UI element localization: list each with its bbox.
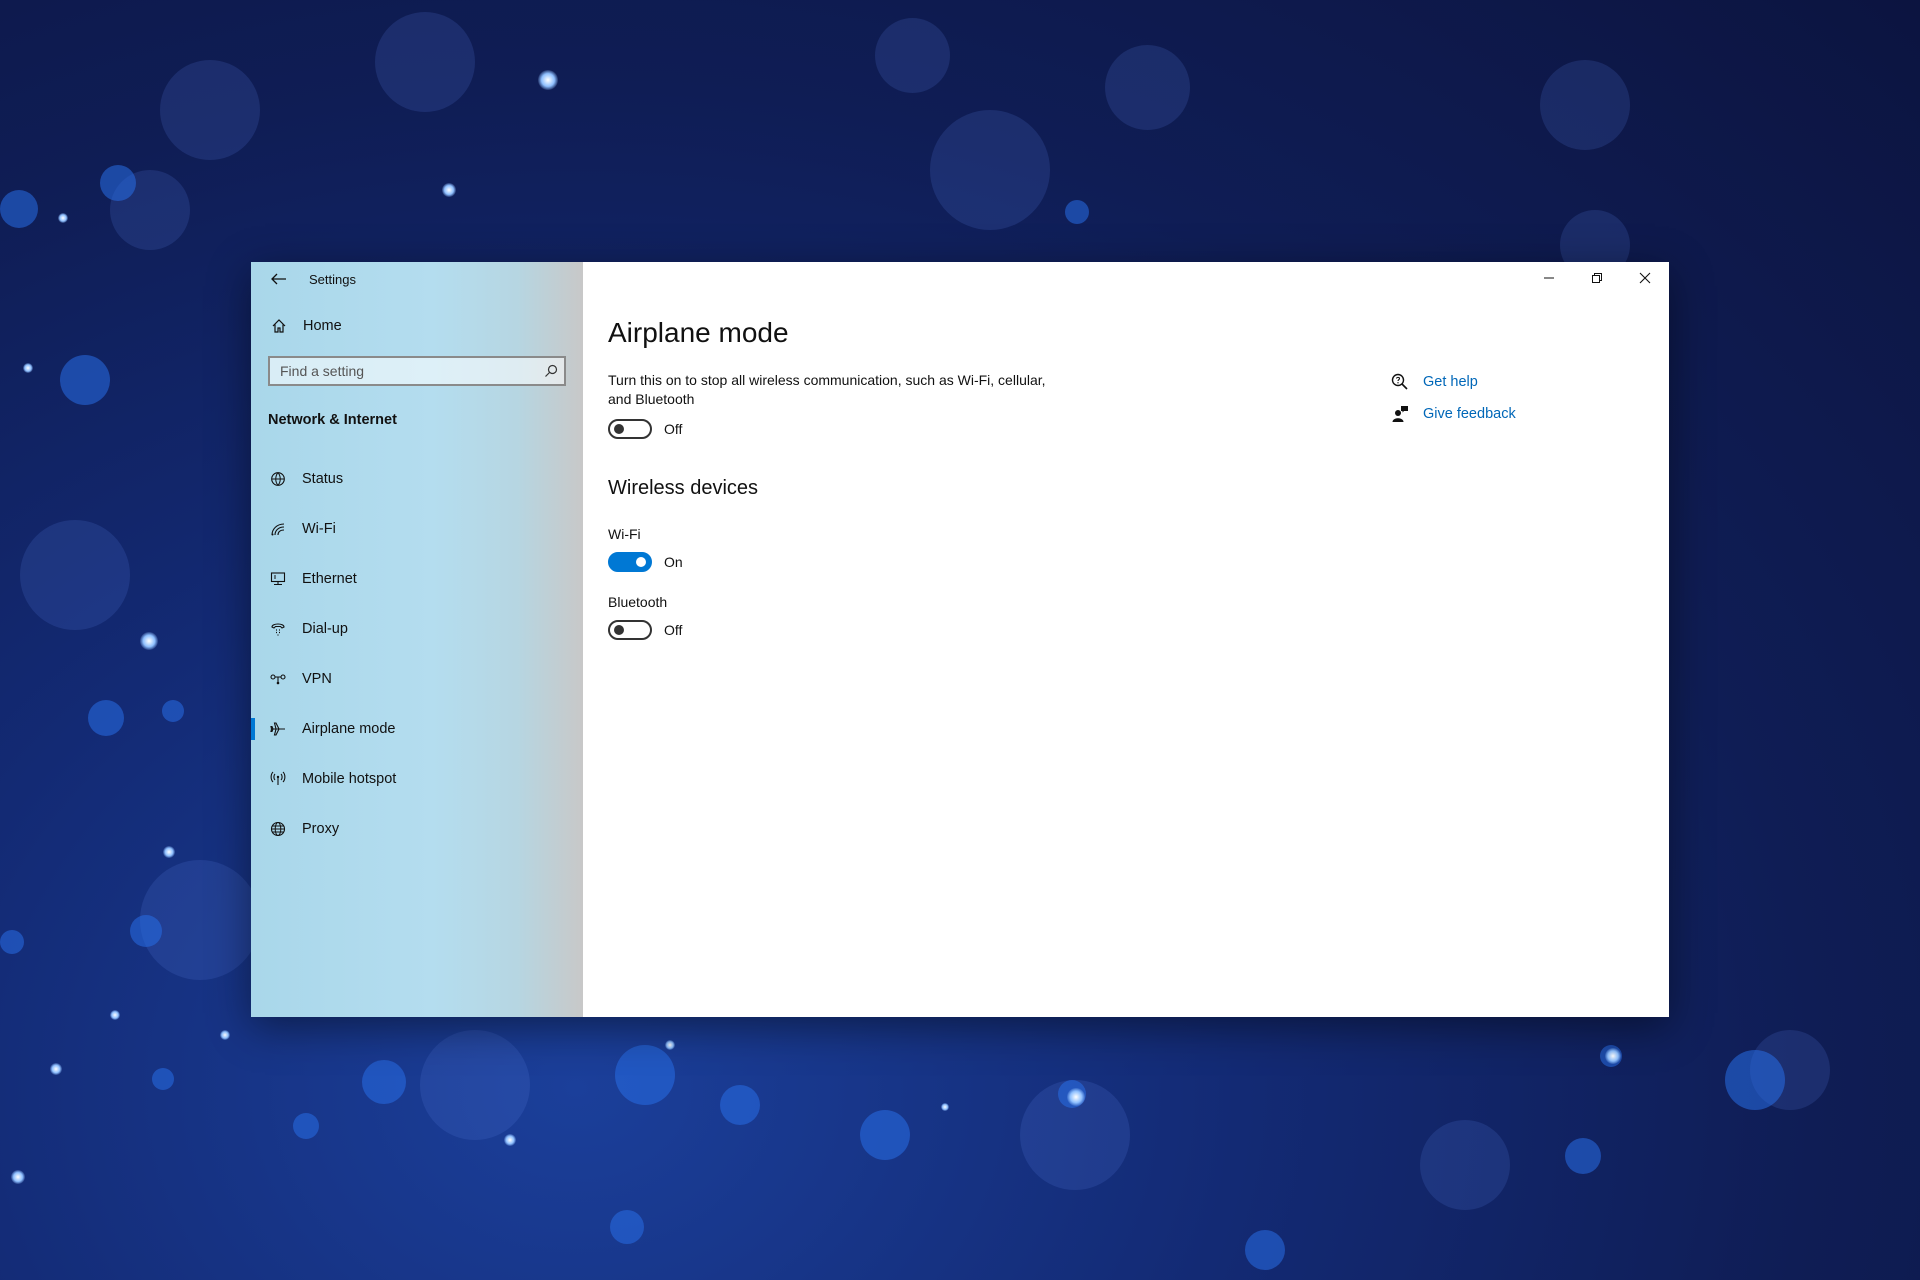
home-icon [269,316,289,336]
sidebar-item-label: Home [303,318,342,334]
search-icon[interactable] [538,364,564,378]
window-title: Settings [309,271,356,287]
minimize-button[interactable] [1525,262,1573,294]
dialup-icon [268,619,288,639]
sidebar-item-mobile-hotspot[interactable]: Mobile hotspot [251,754,583,804]
airplane-mode-toggle-row: Off [608,419,1168,439]
airplane-description: Turn this on to stop all wireless commun… [608,372,1046,407]
minimize-icon [1544,277,1554,279]
window-controls [1525,262,1669,294]
bluetooth-toggle[interactable] [608,620,652,640]
bluetooth-state: Off [664,622,683,638]
wifi-device-label: Wi-Fi [608,526,641,542]
sidebar-item-wifi[interactable]: Wi-Fi [251,504,583,554]
bluetooth-toggle-row: Off [608,620,1168,640]
toggle-knob [636,557,646,567]
get-help-link[interactable]: Get help [1391,366,1516,398]
hotspot-icon [268,769,288,789]
toggle-knob [614,625,624,635]
globe-icon [268,819,288,839]
wifi-toggle-row: On [608,552,1168,572]
bluetooth-device-label: Bluetooth [608,594,668,610]
give-feedback-label: Give feedback [1423,406,1516,422]
wifi-state: On [664,554,683,570]
restore-icon [1592,273,1602,283]
sidebar-item-label: Ethernet [302,571,357,587]
sidebar-item-label: Airplane mode [302,721,396,737]
restore-button[interactable] [1573,262,1621,294]
back-arrow-icon [271,273,286,285]
sidebar-item-label: Dial-up [302,621,348,637]
help-links: Get help Give feedback [1391,366,1516,430]
sidebar-item-label: Proxy [302,821,340,837]
wifi-toggle[interactable] [608,552,652,572]
airplane-mode-state: Off [664,421,683,437]
airplane-icon [268,719,288,739]
section-title: Network & Internet [268,412,397,428]
toggle-knob [614,424,624,434]
page-title: Airplane mode [608,317,789,348]
sidebar-item-label: Mobile hotspot [302,771,397,787]
search-box [268,356,566,386]
sidebar-item-label: Wi-Fi [302,521,336,537]
get-help-label: Get help [1423,374,1478,390]
search-input[interactable] [270,362,538,380]
globe-status-icon [268,469,288,489]
close-button[interactable] [1621,262,1669,294]
sidebar-item-vpn[interactable]: VPN [251,654,583,704]
content-pane: Airplane mode Turn this on to stop all w… [583,262,1669,1017]
sidebar: Settings Home Network & Internet [251,262,583,1017]
close-icon [1639,272,1651,284]
sidebar-item-home[interactable]: Home [251,306,583,346]
wireless-devices-heading: Wireless devices [608,477,759,499]
title-bar: Settings [251,262,583,296]
sidebar-item-label: VPN [302,671,332,687]
sidebar-item-label: Status [302,471,344,487]
wifi-icon [268,519,288,539]
main-panel: Airplane mode Turn this on to stop all w… [608,317,1168,640]
sidebar-nav: Status Wi-Fi Ethernet Dial-up VPN Airpla… [251,454,583,854]
back-button[interactable] [265,265,293,293]
vpn-icon [268,669,288,689]
sidebar-item-status[interactable]: Status [251,454,583,504]
feedback-icon [1392,406,1408,422]
sidebar-item-airplane-mode[interactable]: Airplane mode [251,704,583,754]
settings-window: Settings Home Network & Internet [251,262,1669,1017]
airplane-mode-toggle[interactable] [608,419,652,439]
give-feedback-link[interactable]: Give feedback [1391,398,1516,430]
sidebar-item-dialup[interactable]: Dial-up [251,604,583,654]
ethernet-icon [268,569,288,589]
sidebar-item-ethernet[interactable]: Ethernet [251,554,583,604]
get-help-icon [1391,373,1408,390]
sidebar-item-proxy[interactable]: Proxy [251,804,583,854]
